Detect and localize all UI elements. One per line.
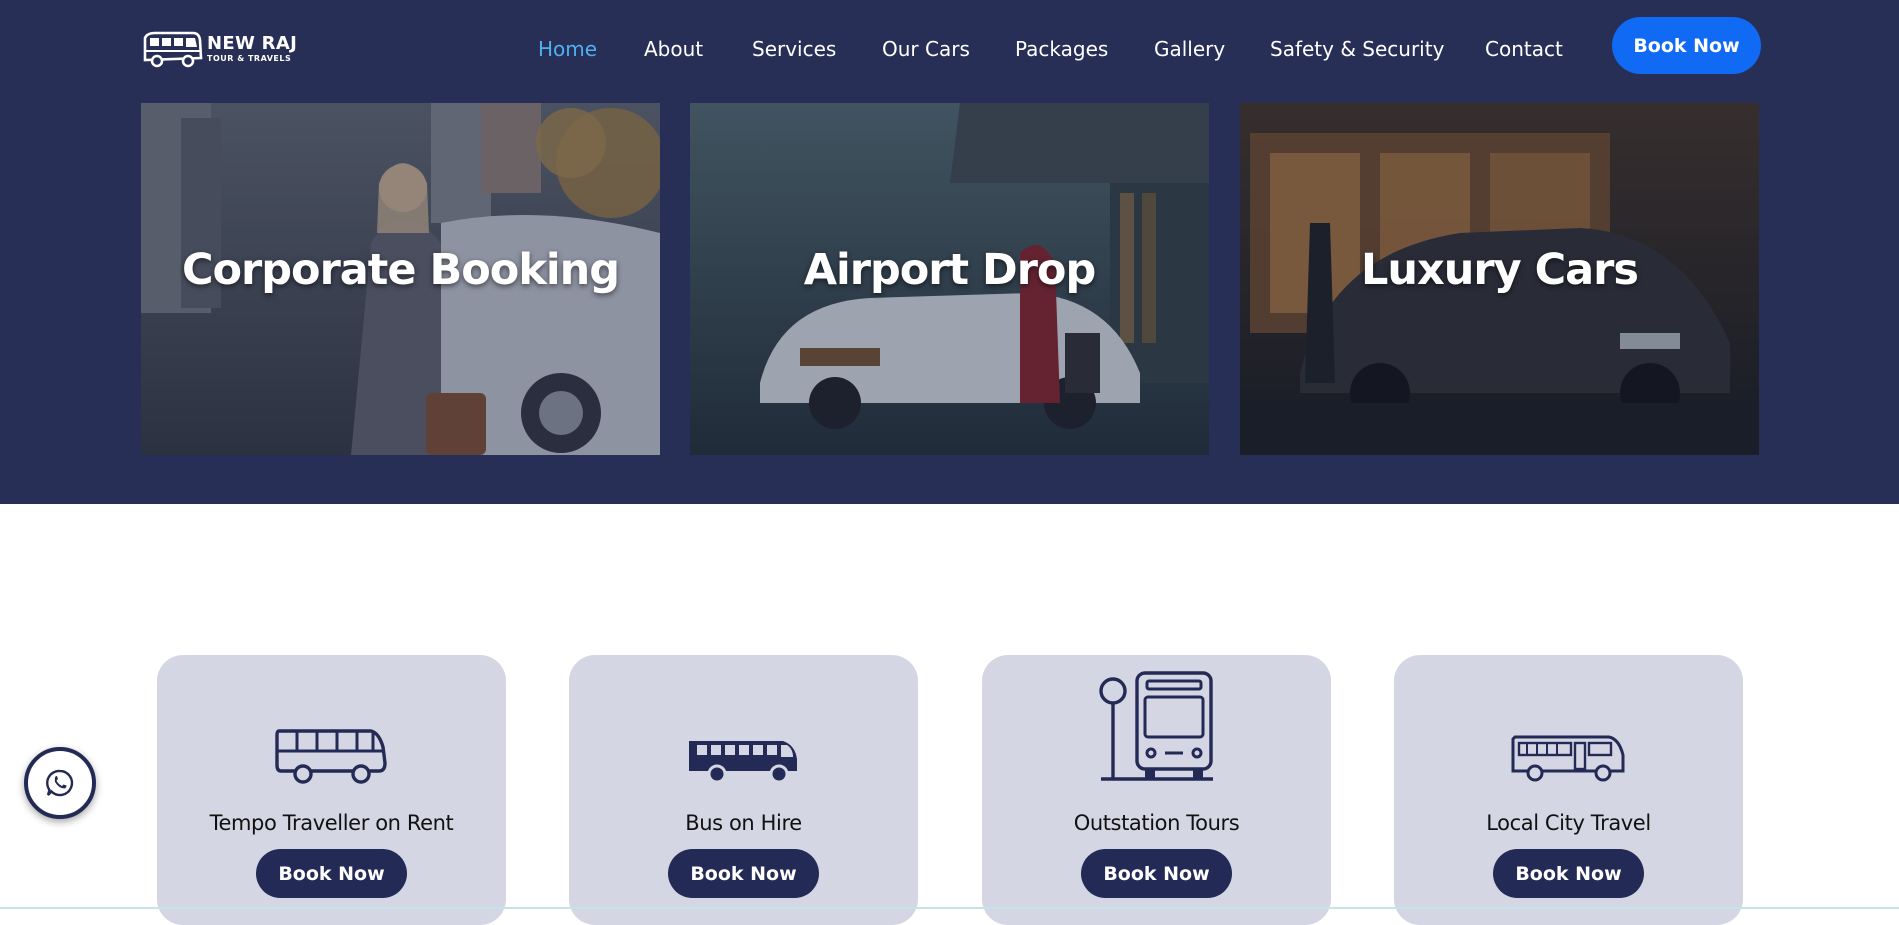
hero-card-corporate-booking[interactable]: Corporate Booking <box>141 103 660 455</box>
service-title: Outstation Tours <box>1073 811 1240 835</box>
city-bus-icon <box>1511 735 1624 782</box>
service-title: Tempo Traveller on Rent <box>209 811 454 835</box>
brand-tagline: TOUR & TRAVELS <box>207 54 292 63</box>
nav-gallery[interactable]: Gallery <box>1154 37 1225 61</box>
page-divider <box>0 907 1899 909</box>
hero-card-title: Luxury Cars <box>1361 245 1639 295</box>
whatsapp-icon <box>46 769 74 797</box>
nav-services[interactable]: Services <box>752 37 836 61</box>
nav-safety-security[interactable]: Safety & Security <box>1270 37 1444 61</box>
hero-card-luxury-cars[interactable]: Luxury Cars <box>1240 103 1759 455</box>
nav-contact[interactable]: Contact <box>1485 37 1563 61</box>
bus-icon <box>143 31 203 68</box>
book-now-button[interactable]: Book Now <box>1612 17 1761 74</box>
service-card-local-city-travel: Local City Travel Book Now <box>1394 655 1743 925</box>
service-card-outstation-tours: Outstation Tours Book Now <box>982 655 1331 925</box>
service-book-now-button[interactable]: Book Now <box>1493 849 1644 898</box>
service-book-now-button[interactable]: Book Now <box>668 849 819 898</box>
service-card-bus-on-hire: Bus on Hire Book Now <box>569 655 918 925</box>
hero-card-airport-drop[interactable]: Airport Drop <box>690 103 1209 455</box>
hero-card-title: Corporate Booking <box>181 245 620 295</box>
service-book-now-button[interactable]: Book Now <box>1081 849 1232 898</box>
nav-about[interactable]: About <box>644 37 703 61</box>
service-card-tempo-traveller: Tempo Traveller on Rent Book Now <box>157 655 506 925</box>
service-title: Bus on Hire <box>685 811 802 835</box>
service-book-now-button[interactable]: Book Now <box>256 849 407 898</box>
hero-section: NEW RAJ TOUR & TRAVELS Home About Servic… <box>0 0 1899 504</box>
tempo-traveller-icon <box>274 729 387 784</box>
nav-home[interactable]: Home <box>538 37 597 61</box>
brand-logo[interactable]: NEW RAJ TOUR & TRAVELS <box>141 30 297 68</box>
whatsapp-button[interactable] <box>24 747 96 819</box>
bus-stop-icon <box>1098 671 1213 781</box>
nav-our-cars[interactable]: Our Cars <box>882 37 970 61</box>
bus-icon <box>688 741 797 784</box>
brand-name: NEW RAJ <box>207 33 298 54</box>
service-title: Local City Travel <box>1486 811 1651 835</box>
hero-card-title: Airport Drop <box>803 245 1097 295</box>
nav-packages[interactable]: Packages <box>1015 37 1108 61</box>
